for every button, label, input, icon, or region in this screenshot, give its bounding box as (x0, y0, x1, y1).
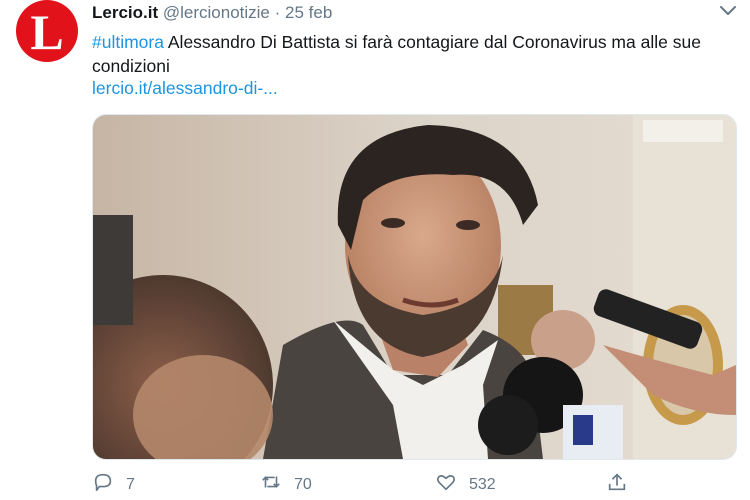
share-button[interactable] (606, 471, 628, 498)
reply-icon (92, 471, 114, 498)
hashtag-link[interactable]: #ultimora (92, 32, 164, 52)
tweet-actions: 7 70 532 (92, 471, 732, 499)
retweet-icon (260, 471, 282, 498)
tweet-body: Alessandro Di Battista si farà contagiar… (92, 32, 701, 76)
chevron-down-icon[interactable] (718, 3, 738, 19)
avatar[interactable]: L (16, 0, 78, 62)
reply-count: 7 (126, 475, 135, 493)
reply-button[interactable]: 7 (92, 471, 135, 498)
heart-icon (435, 471, 457, 498)
tweet-header: Lercio.it @lercionotizie · 25 feb (92, 3, 332, 23)
avatar-logo: L (30, 4, 64, 60)
share-icon (606, 471, 628, 498)
retweet-button[interactable]: 70 (260, 471, 312, 498)
article-link[interactable]: lercio.it/alessandro-di-... (92, 78, 278, 99)
tweet-text: #ultimora Alessandro Di Battista si farà… (92, 30, 732, 78)
header-separator: · (274, 3, 281, 22)
author-handle[interactable]: @lercionotizie (163, 3, 270, 22)
tweet-date[interactable]: 25 feb (285, 3, 332, 22)
retweet-count: 70 (294, 475, 312, 493)
author-name[interactable]: Lercio.it (92, 3, 158, 22)
like-button[interactable]: 532 (435, 471, 496, 498)
tweet-photo[interactable] (92, 114, 737, 460)
like-count: 532 (469, 475, 496, 493)
